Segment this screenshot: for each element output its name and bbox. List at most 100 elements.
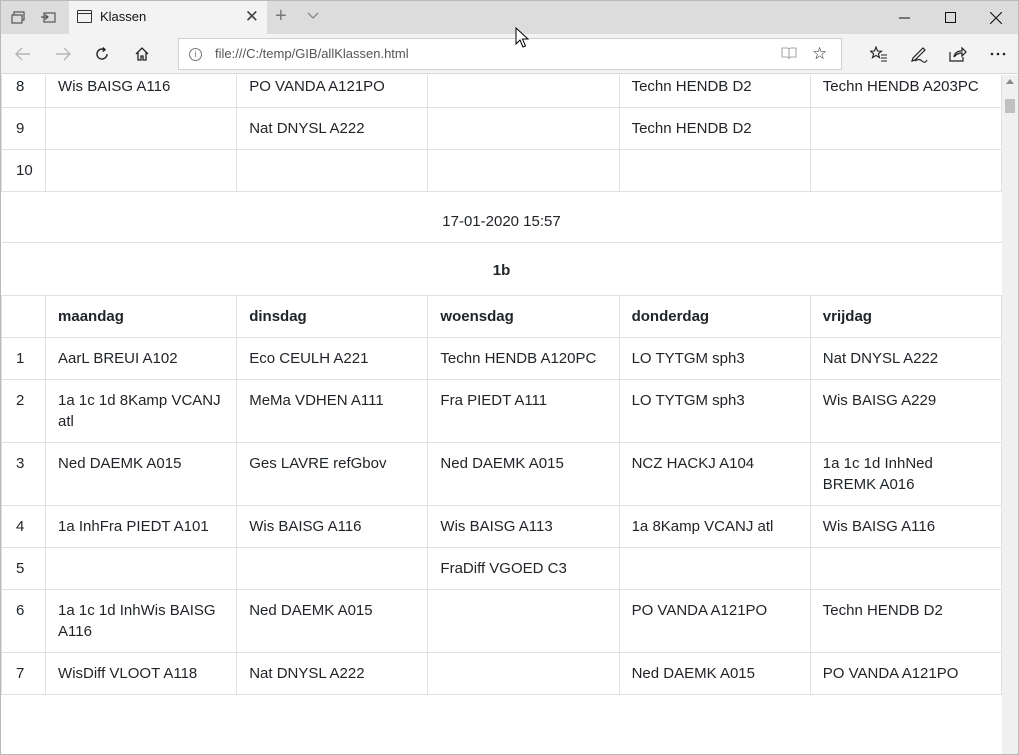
address-bar[interactable]: i file:///C:/temp/GIB/allKlassen.html ☆ bbox=[178, 38, 842, 70]
lesson-cell: Wis BAISG A116 bbox=[809, 505, 1002, 548]
lesson-cell: 1a InhFra PIEDT A101 bbox=[45, 505, 238, 548]
more-options-icon[interactable] bbox=[978, 34, 1018, 74]
table-row: 8 Wis BAISG A116 PO VANDA A121PO Techn HEND… bbox=[1, 75, 1002, 108]
table-row: 7 WisDiff VLOOT A118 Nat DNYSL A222 Ned DAE… bbox=[1, 652, 1002, 695]
lesson-cell bbox=[809, 547, 1002, 590]
share-icon[interactable] bbox=[938, 34, 978, 74]
lesson-cell: PO VANDA A121PO bbox=[809, 652, 1002, 695]
lesson-cell: Nat DNYSL A222 bbox=[236, 652, 429, 695]
lesson-cell: Techn HENDB D2 bbox=[809, 589, 1002, 653]
close-tab-icon[interactable]: ✕ bbox=[245, 8, 259, 25]
reading-view-icon[interactable] bbox=[781, 46, 797, 64]
table-row: 5 FraDiff VGOED C3 bbox=[1, 547, 1002, 590]
chevron-down-icon[interactable] bbox=[307, 7, 319, 25]
lesson-cell: Ned DAEMK A015 bbox=[427, 442, 620, 506]
lesson-cell: Techn HENDB A120PC bbox=[427, 337, 620, 380]
lesson-cell: Wis BAISG A229 bbox=[809, 379, 1002, 443]
scroll-up-icon[interactable] bbox=[1006, 79, 1014, 84]
lesson-cell: Ned DAEMK A015 bbox=[618, 652, 811, 695]
period-number: 5 bbox=[1, 547, 47, 590]
lesson-cell bbox=[618, 149, 811, 192]
page-icon bbox=[77, 10, 92, 23]
table-row: 6 1a 1c 1d InhWis BAISG A116 Ned DAEMK A01… bbox=[1, 589, 1002, 653]
lesson-cell bbox=[427, 589, 620, 653]
lesson-cell: Eco CEULH A221 bbox=[236, 337, 429, 380]
period-number: 3 bbox=[1, 442, 47, 506]
header-day: maandag bbox=[45, 295, 238, 338]
lesson-cell: LO TYTGM sph3 bbox=[618, 379, 811, 443]
tab-klassen[interactable]: Klassen ✕ bbox=[69, 1, 267, 34]
timestamp-row: 17-01-2020 15:57 bbox=[1, 191, 1002, 243]
navigation-bar: i file:///C:/temp/GIB/allKlassen.html ☆ bbox=[1, 34, 1018, 74]
lesson-cell: PO VANDA A121PO bbox=[236, 75, 429, 108]
header-day: dinsdag bbox=[236, 295, 429, 338]
table-row: 4 1a InhFra PIEDT A101 Wis BAISG A116 Wis B… bbox=[1, 505, 1002, 548]
tab-bar: Klassen ✕ + bbox=[1, 1, 1018, 34]
header-day: donderdag bbox=[618, 295, 811, 338]
new-tab-icon[interactable]: + bbox=[275, 5, 287, 28]
lesson-cell: Ned DAEMK A015 bbox=[236, 589, 429, 653]
table-row: 10 bbox=[1, 149, 1002, 192]
lesson-cell bbox=[809, 107, 1002, 150]
period-number: 4 bbox=[1, 505, 47, 548]
vertical-scrollbar[interactable] bbox=[1002, 75, 1018, 754]
lesson-cell: Techn HENDB D2 bbox=[618, 75, 811, 108]
refresh-icon[interactable] bbox=[82, 34, 122, 74]
header-period bbox=[1, 295, 47, 338]
lesson-cell: PO VANDA A121PO bbox=[618, 589, 811, 653]
back-icon[interactable] bbox=[3, 34, 43, 74]
scrollbar-thumb[interactable] bbox=[1005, 99, 1015, 113]
tabs-aside-icon[interactable] bbox=[33, 1, 63, 34]
header-day: woensdag bbox=[427, 295, 620, 338]
lesson-cell bbox=[809, 149, 1002, 192]
pen-icon[interactable] bbox=[899, 34, 939, 74]
table-row: 9 Nat DNYSL A222 Techn HENDB D2 bbox=[1, 107, 1002, 150]
class-title: 1b bbox=[1, 242, 1002, 296]
lesson-cell bbox=[427, 652, 620, 695]
lesson-cell: Nat DNYSL A222 bbox=[236, 107, 429, 150]
table-row: 1 AarL BREUI A102 Eco CEULH A221 Techn HEND… bbox=[1, 337, 1002, 380]
period-number: 8 bbox=[1, 75, 47, 108]
table-row: 2 1a 1c 1d 8Kamp VCANJ atl MeMa VDHEN A111… bbox=[1, 379, 1002, 443]
lesson-cell: Wis BAISG A116 bbox=[236, 505, 429, 548]
header-day: vrijdag bbox=[809, 295, 1002, 338]
url-text[interactable]: file:///C:/temp/GIB/allKlassen.html bbox=[215, 46, 409, 61]
lesson-cell: 1a 1c 1d InhNed BREMK A016 bbox=[809, 442, 1002, 506]
period-number: 10 bbox=[1, 149, 47, 192]
favorites-icon[interactable] bbox=[859, 34, 899, 74]
lesson-cell: Ned DAEMK A015 bbox=[45, 442, 238, 506]
minimize-icon[interactable] bbox=[881, 1, 927, 34]
lesson-cell: 1a 8Kamp VCANJ atl bbox=[618, 505, 811, 548]
home-icon[interactable] bbox=[122, 34, 162, 74]
lesson-cell: MeMa VDHEN A111 bbox=[236, 379, 429, 443]
close-window-icon[interactable] bbox=[973, 1, 1018, 34]
lesson-cell: Fra PIEDT A111 bbox=[427, 379, 620, 443]
period-number: 2 bbox=[1, 379, 47, 443]
page-content: 8 Wis BAISG A116 PO VANDA A121PO Techn HEND… bbox=[1, 75, 1002, 754]
lesson-cell: 1a 1c 1d InhWis BAISG A116 bbox=[45, 589, 238, 653]
lesson-cell: AarL BREUI A102 bbox=[45, 337, 238, 380]
set-aside-tabs-icon[interactable] bbox=[3, 1, 33, 34]
period-number: 1 bbox=[1, 337, 47, 380]
lesson-cell: Nat DNYSL A222 bbox=[809, 337, 1002, 380]
lesson-cell: Techn HENDB D2 bbox=[618, 107, 811, 150]
forward-icon[interactable] bbox=[43, 34, 83, 74]
favorite-star-icon[interactable]: ☆ bbox=[812, 44, 827, 64]
browser-window: Klassen ✕ + i file:///C:/temp/GIB/allKla… bbox=[0, 0, 1019, 755]
lesson-cell: Wis BAISG A113 bbox=[427, 505, 620, 548]
lesson-cell: 1a 1c 1d 8Kamp VCANJ atl bbox=[45, 379, 238, 443]
maximize-icon[interactable] bbox=[927, 1, 973, 34]
lesson-cell bbox=[618, 547, 811, 590]
lesson-cell bbox=[236, 547, 429, 590]
tab-title: Klassen bbox=[100, 9, 147, 24]
lesson-cell bbox=[236, 149, 429, 192]
schedule-table: 8 Wis BAISG A116 PO VANDA A121PO Techn HEND… bbox=[1, 75, 1002, 695]
lesson-cell bbox=[45, 547, 238, 590]
info-icon[interactable]: i bbox=[189, 48, 202, 61]
lesson-cell: FraDiff VGOED C3 bbox=[427, 547, 620, 590]
lesson-cell: Techn HENDB A203PC bbox=[809, 75, 1002, 108]
lesson-cell: Ges LAVRE refGbov bbox=[236, 442, 429, 506]
period-number: 7 bbox=[1, 652, 47, 695]
lesson-cell bbox=[45, 149, 238, 192]
lesson-cell bbox=[427, 107, 620, 150]
